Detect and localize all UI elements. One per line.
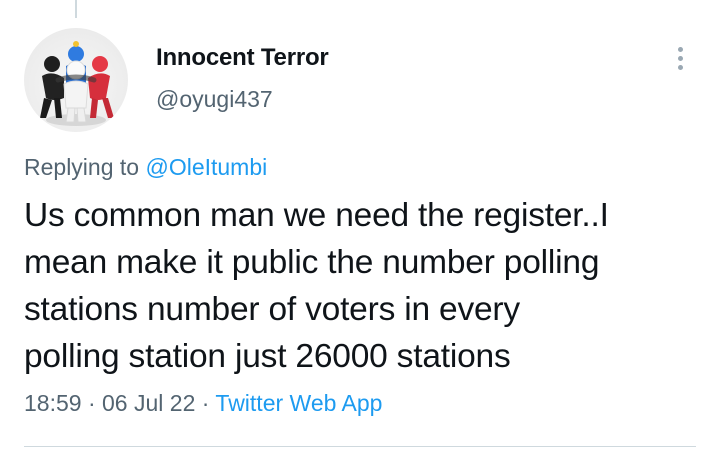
- dot: [677, 55, 683, 61]
- dot: [677, 64, 683, 70]
- more-vertical-icon[interactable]: [668, 40, 692, 76]
- divider: [24, 446, 696, 447]
- tweet-date[interactable]: 06 Jul 22: [102, 390, 195, 416]
- meta-separator: ·: [87, 390, 96, 416]
- tweet-text-line: polling station just 26000 stations: [24, 338, 511, 375]
- meta-separator: ·: [201, 390, 210, 416]
- avatar[interactable]: [24, 28, 128, 132]
- tweet-text-line: Us common man we need the register..I: [24, 197, 609, 234]
- tweet-text: Us common man we need the register..I me…: [24, 192, 704, 380]
- tweet-source-link[interactable]: Twitter Web App: [215, 390, 382, 416]
- tweet-time[interactable]: 18:59: [24, 390, 82, 416]
- author-display-name[interactable]: Innocent Terror: [156, 44, 329, 72]
- thread-connector-line: [75, 0, 77, 18]
- tweet-text-line: mean make it public the number polling: [24, 244, 600, 281]
- tweet-meta: 18:59 · 06 Jul 22 · Twitter Web App: [24, 390, 382, 417]
- tweet-text-line: stations number of voters in every: [24, 291, 520, 328]
- figures-huddle-image: [40, 41, 114, 126]
- reply-mention-link[interactable]: @OleItumbi: [145, 154, 267, 180]
- dot: [677, 46, 683, 52]
- replying-prefix: Replying to: [24, 154, 140, 180]
- author-handle[interactable]: @oyugi437: [156, 86, 273, 113]
- reply-context: Replying to @OleItumbi: [24, 154, 267, 181]
